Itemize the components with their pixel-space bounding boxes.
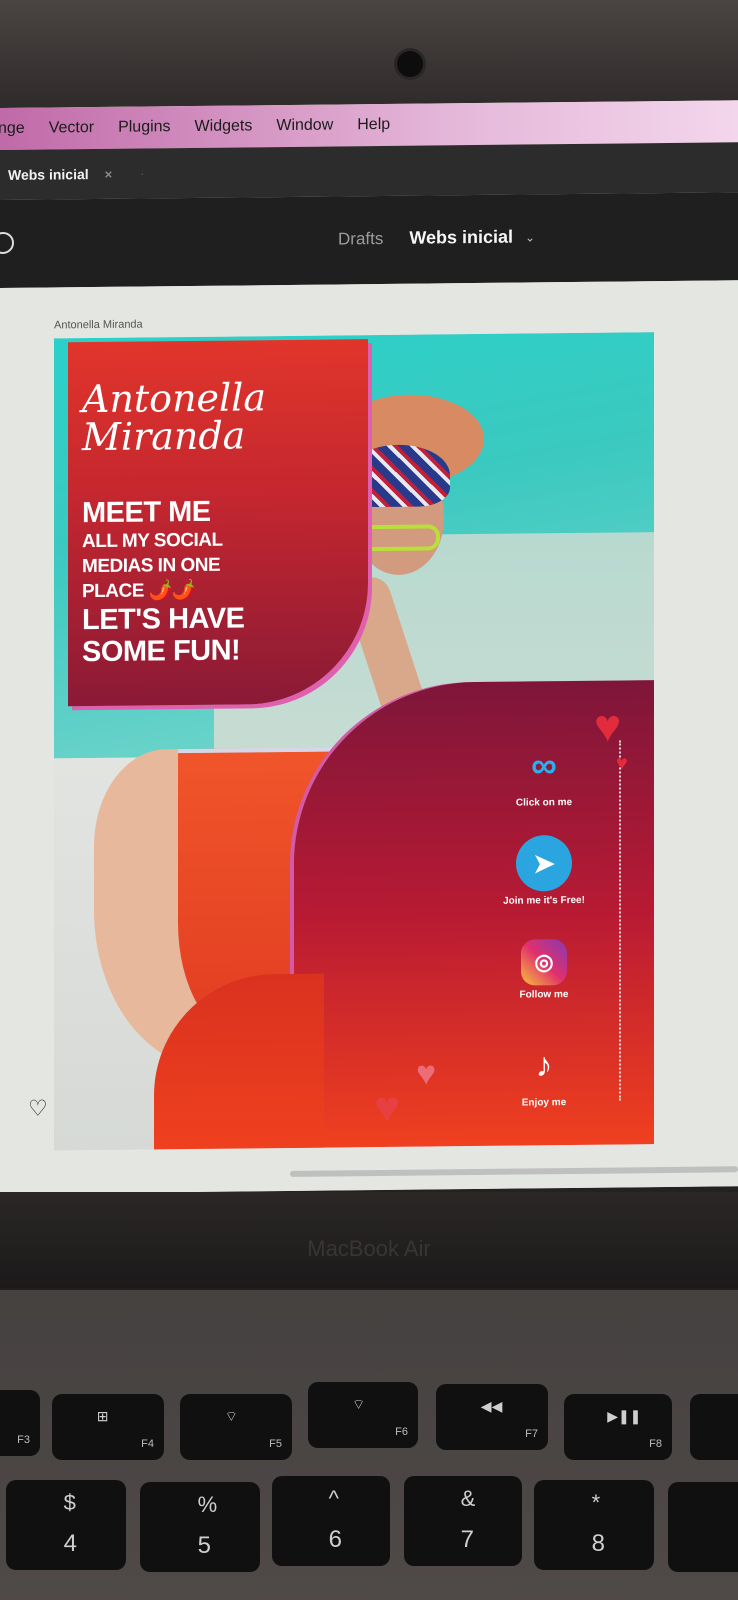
key-4-shift: $ <box>63 1490 76 1515</box>
key-f3[interactable]: F3 <box>0 1390 40 1456</box>
file-tabbar: Webs inicial × · <box>0 142 738 200</box>
dotted-path <box>619 740 621 1101</box>
breadcrumb: Drafts Webs inicial ⌄ <box>338 226 535 249</box>
key-8[interactable]: * 8 <box>534 1480 654 1570</box>
keyboard: F3 ⊞ F4 ⌔ F5 ⌔ F6 ◀◀ F7 ▶❚❚ F8 $ 4 % 5 ^… <box>0 1290 738 1600</box>
menu-item-arrange[interactable]: nge <box>0 120 37 138</box>
play-pause-icon: ▶❚❚ <box>607 1408 642 1424</box>
screen: nge Vector Plugins Widgets Window Help W… <box>0 100 738 1195</box>
heart-icon: ♥ <box>374 1082 401 1133</box>
key-f5[interactable]: ⌔ F5 <box>180 1394 292 1460</box>
key-f4-label: F4 <box>141 1438 154 1450</box>
artboard[interactable]: Antonella Miranda MEET ME ALL MY SOCIAL … <box>54 332 654 1151</box>
main-menu-icon[interactable] <box>0 231 14 255</box>
tagline-line-4: PLACE 🌶️🌶️ <box>82 579 195 603</box>
key-f6-label: F6 <box>395 1426 408 1438</box>
social-label: Follow me <box>519 989 569 1001</box>
key-f4[interactable]: ⊞ F4 <box>52 1394 164 1460</box>
key-f8-label: F8 <box>649 1438 662 1450</box>
menu-item-widgets[interactable]: Widgets <box>183 117 265 136</box>
social-link-instagram[interactable]: ◎ Follow me <box>474 939 614 1001</box>
close-icon[interactable]: × <box>105 166 113 181</box>
heart-outline-icon[interactable]: ♡ <box>28 1096 48 1122</box>
photo-glasses <box>360 524 440 552</box>
key-5[interactable]: % 5 <box>140 1482 260 1572</box>
key-6[interactable]: ^ 6 <box>272 1476 390 1566</box>
menu-item-plugins[interactable]: Plugins <box>106 118 182 137</box>
social-label: Join me it's Free! <box>503 894 585 907</box>
social-link-tiktok[interactable]: ♪ Enjoy me <box>474 1037 614 1109</box>
tagline-line-3: MEDIAS IN ONE <box>82 554 221 578</box>
key-7[interactable]: & 7 <box>404 1476 522 1566</box>
laptop-frame: nge Vector Plugins Widgets Window Help W… <box>0 0 738 1600</box>
social-panel: ♥ ♥ ♥ ♥ ∞ Click on me ➤ Join me it's Fre… <box>294 680 654 1148</box>
menu-item-window[interactable]: Window <box>264 116 345 135</box>
tab-extra-icon: · <box>140 166 145 181</box>
laptop-top-bezel <box>0 0 738 112</box>
key-f5-label: F5 <box>269 1438 282 1450</box>
instagram-icon: ◎ <box>521 939 567 986</box>
key-6-shift: ^ <box>328 1486 339 1511</box>
keyboard-light-up-icon: ⌔ <box>352 1396 366 1412</box>
telegram-icon: ➤ <box>516 835 572 892</box>
file-tab-label: Webs inicial <box>8 166 89 183</box>
key-f8[interactable]: ▶❚❚ F8 <box>564 1394 672 1460</box>
key-4[interactable]: $ 4 <box>6 1480 126 1570</box>
launchpad-icon: ⊞ <box>96 1408 109 1424</box>
social-label: Enjoy me <box>521 1097 567 1109</box>
key-7-shift: & <box>460 1486 476 1511</box>
key-f7-label: F7 <box>525 1428 538 1440</box>
horizontal-scrollbar[interactable] <box>290 1166 738 1177</box>
webcam-icon <box>397 51 423 77</box>
breadcrumb-file-name[interactable]: Webs inicial <box>409 227 513 249</box>
key-4-label: 4 <box>63 1530 77 1557</box>
key-5-label: 5 <box>197 1532 211 1559</box>
social-label: Click on me <box>515 797 573 809</box>
key-f9[interactable] <box>690 1394 738 1460</box>
keyboard-light-down-icon: ⌔ <box>224 1408 238 1424</box>
menu-item-help[interactable]: Help <box>345 116 402 135</box>
heart-icon: ♥ <box>416 1054 437 1093</box>
key-f6[interactable]: ⌔ F6 <box>308 1382 418 1448</box>
heart-icon: ♥ <box>616 752 628 775</box>
title-panel: Antonella Miranda MEET ME ALL MY SOCIAL … <box>68 339 368 707</box>
key-8-shift: * <box>591 1490 601 1515</box>
laptop-brand-label: MacBook Air <box>307 1236 431 1261</box>
onlyfans-icon: ∞ <box>531 744 557 786</box>
menu-item-vector[interactable]: Vector <box>37 119 106 138</box>
social-link-onlyfans[interactable]: ∞ Click on me <box>474 737 614 809</box>
key-9[interactable] <box>668 1482 738 1572</box>
tagline-line-5: LET'S HAVE <box>82 602 245 637</box>
design-canvas[interactable]: Antonella Miranda Antonella Miranda MEET… <box>0 280 738 1195</box>
breadcrumb-drafts[interactable]: Drafts <box>338 228 383 248</box>
key-f7[interactable]: ◀◀ F7 <box>436 1384 548 1450</box>
tagline: MEET ME ALL MY SOCIAL MEDIAS IN ONE PLAC… <box>82 495 302 668</box>
tagline-line-6: SOME FUN! <box>82 634 241 669</box>
file-tab[interactable]: Webs inicial × <box>0 166 112 183</box>
tiktok-icon: ♪ <box>535 1045 553 1084</box>
frame-label[interactable]: Antonella Miranda <box>54 319 143 332</box>
artboard-name: Antonella Miranda <box>82 375 332 460</box>
rewind-icon: ◀◀ <box>480 1398 503 1414</box>
tagline-line-1: MEET ME <box>82 495 211 530</box>
key-7-label: 7 <box>460 1526 474 1553</box>
tagline-line-2: ALL MY SOCIAL <box>82 529 223 553</box>
editor-toolbar: Drafts Webs inicial ⌄ <box>0 192 738 288</box>
chevron-down-icon[interactable]: ⌄ <box>525 230 535 244</box>
social-link-telegram[interactable]: ➤ Join me it's Free! <box>474 835 614 907</box>
key-6-label: 6 <box>328 1526 342 1553</box>
key-5-shift: % <box>197 1492 218 1517</box>
key-8-label: 8 <box>591 1530 605 1557</box>
key-f3-label: F3 <box>17 1434 30 1446</box>
name-line-2: Miranda <box>82 413 246 460</box>
